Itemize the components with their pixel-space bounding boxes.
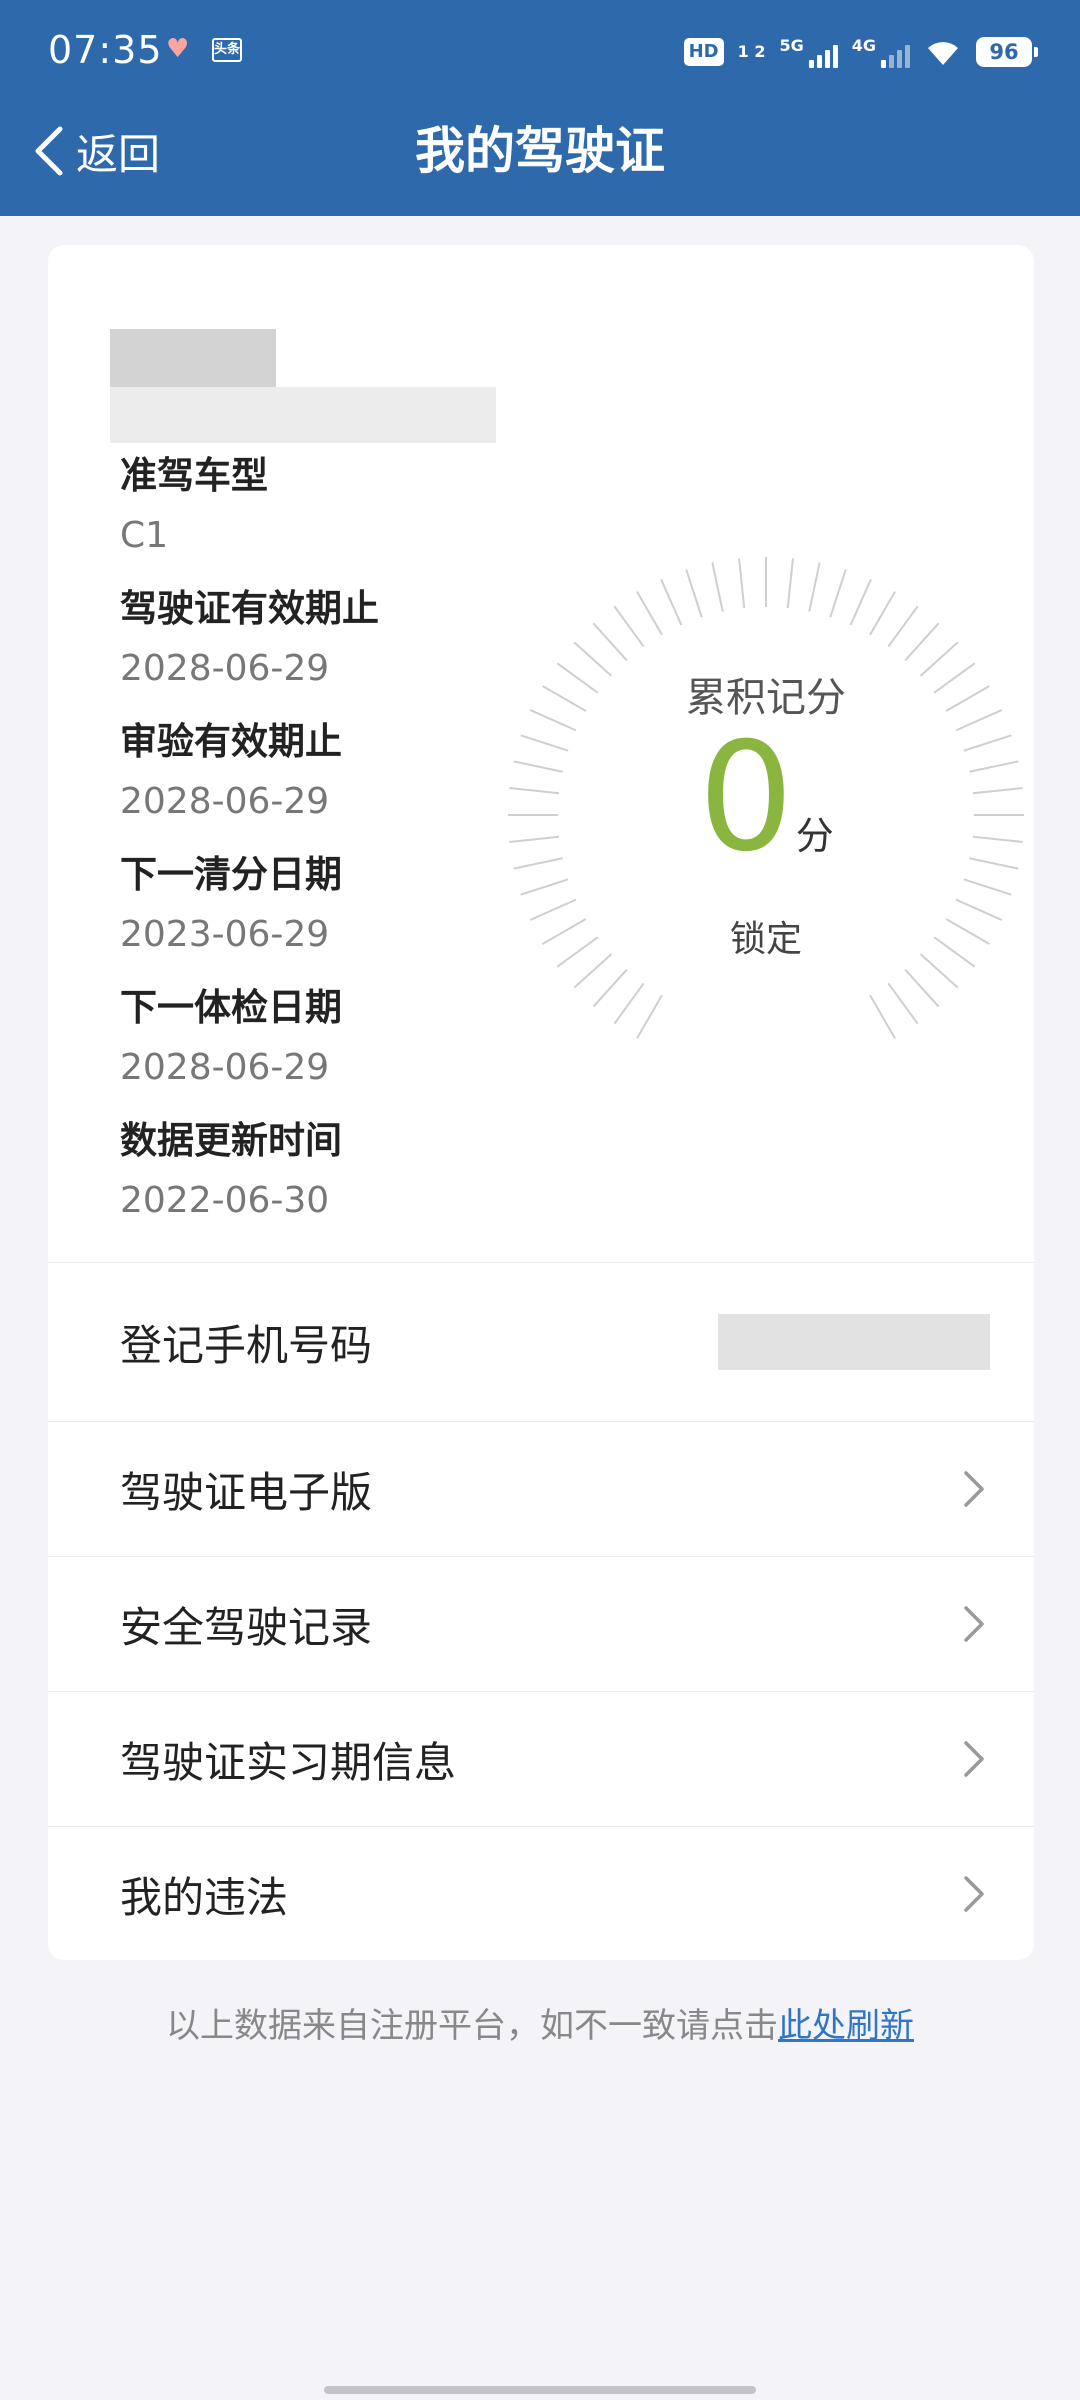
row-label: 我的违法 xyxy=(120,1872,289,1922)
home-indicator[interactable] xyxy=(324,2386,756,2394)
network-label-5g: 5G xyxy=(779,36,804,55)
row-phone-number: 登记手机号码 xyxy=(48,1263,1034,1421)
gauge-tick xyxy=(786,558,794,609)
gauge-tick xyxy=(808,562,821,612)
gauge-tick xyxy=(904,968,940,1008)
heart-icon: ♥ xyxy=(166,34,190,64)
chevron-right-icon xyxy=(964,1741,984,1777)
gauge-tick xyxy=(613,982,645,1025)
score-value: 0 xyxy=(698,711,794,885)
status-icons: HD 1 2 5G 4G 96 xyxy=(683,30,1038,74)
signal-icon: 5G xyxy=(779,36,838,68)
gauge-tick xyxy=(829,569,847,618)
info-label: 准驾车型 xyxy=(120,454,268,497)
refresh-link[interactable]: 此处刷新 xyxy=(778,2006,914,2046)
network-label-4g: 4G xyxy=(851,36,876,55)
footer-note: 以上数据来自注册平台，如不一致请点击此处刷新 xyxy=(0,1998,1080,2047)
chevron-right-icon xyxy=(964,1876,984,1912)
row-label: 驾驶证电子版 xyxy=(120,1467,373,1517)
score-gauge: 累积记分 0分 锁定 xyxy=(456,505,1076,1125)
row-safe-driving-record[interactable]: 安全驾驶记录 xyxy=(48,1557,1034,1691)
signal-icon-2: 4G xyxy=(852,36,910,68)
gauge-tick xyxy=(887,605,919,648)
masked-name xyxy=(110,329,276,387)
wifi-icon xyxy=(928,42,958,65)
masked-license-number xyxy=(110,387,496,443)
info-item: 数据更新时间 2022-06-30 xyxy=(120,1115,540,1248)
footer-note-text: 以上数据来自注册平台，如不一致请点击 xyxy=(166,2006,778,2046)
gauge-tick xyxy=(636,994,663,1039)
gauge-tick xyxy=(904,622,940,662)
gauge-tick xyxy=(592,968,628,1008)
row-my-violations[interactable]: 我的违法 xyxy=(48,1827,1034,1961)
status-time: 07:35 xyxy=(48,28,163,72)
gauge-tick xyxy=(963,878,1012,896)
score-display: 0分 xyxy=(456,723,1076,873)
status-bar: 07:35 ♥ 头条 HD 1 2 5G 4G 96 xyxy=(0,0,1080,104)
gauge-tick xyxy=(685,569,703,618)
header: 07:35 ♥ 头条 HD 1 2 5G 4G 96 返回 我的驾驶证 xyxy=(0,0,1080,216)
row-e-license[interactable]: 驾驶证电子版 xyxy=(48,1422,1034,1556)
hd-sub-label: 1 2 xyxy=(737,42,766,61)
masked-phone-number xyxy=(718,1314,990,1370)
gauge-tick xyxy=(613,605,645,648)
gauge-tick xyxy=(869,994,896,1039)
info-value: 2022-06-30 xyxy=(120,1180,330,1221)
row-label: 驾驶证实习期信息 xyxy=(120,1737,457,1787)
gauge-tick xyxy=(592,622,628,662)
page-title: 我的驾驶证 xyxy=(415,122,665,180)
row-probation-info[interactable]: 驾驶证实习期信息 xyxy=(48,1692,1034,1826)
row-label: 安全驾驶记录 xyxy=(120,1602,373,1652)
gauge-tick xyxy=(849,578,872,626)
row-label: 登记手机号码 xyxy=(120,1320,373,1370)
gauge-tick xyxy=(738,558,746,609)
score-unit: 分 xyxy=(795,814,834,858)
gauge-tick xyxy=(636,591,663,636)
license-card: 准驾车型 C1 驾驶证有效期止 2028-06-29 审验有效期止 2028-0… xyxy=(48,245,1034,1960)
hd-icon: HD xyxy=(683,38,724,66)
gauge-tick xyxy=(520,878,569,896)
gauge-tick xyxy=(887,982,919,1025)
gauge-tick xyxy=(660,578,683,626)
chevron-right-icon xyxy=(964,1471,984,1507)
battery-icon: 96 xyxy=(976,37,1038,67)
gauge-tick xyxy=(869,591,896,636)
gauge-tick xyxy=(711,562,724,612)
app-badge-icon: 头条 xyxy=(212,38,242,62)
score-status: 锁定 xyxy=(729,919,802,960)
chevron-right-icon xyxy=(964,1606,984,1642)
